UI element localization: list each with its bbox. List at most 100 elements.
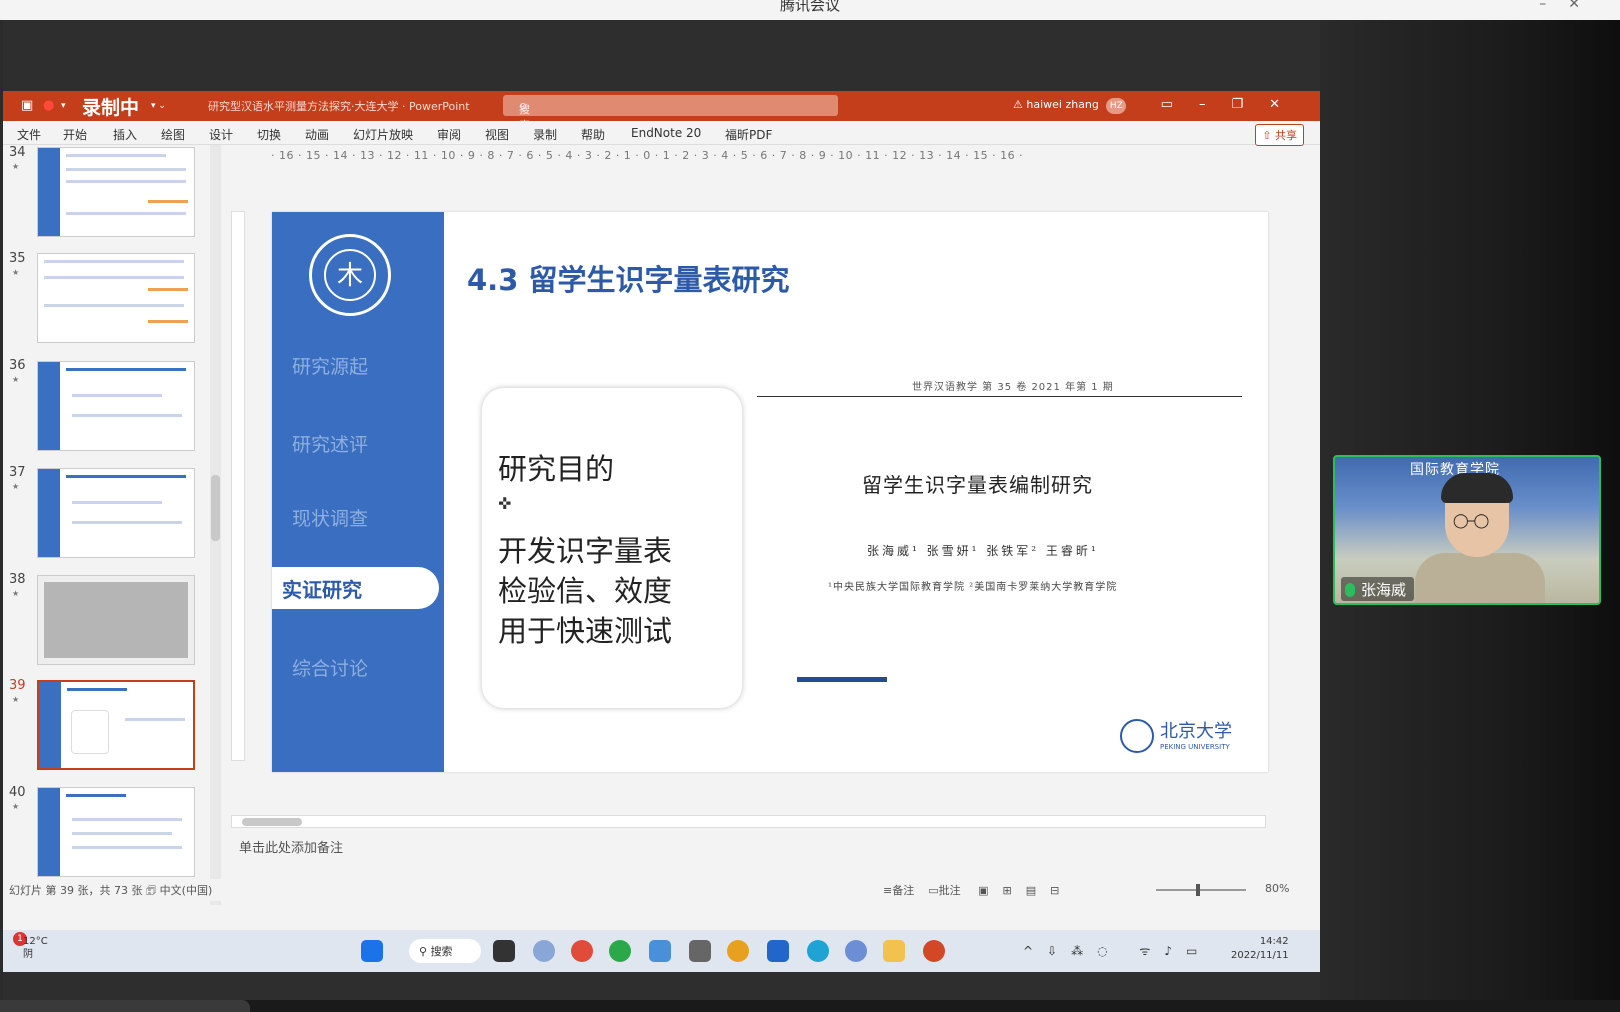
avatar[interactable]: HZ <box>1106 98 1127 114</box>
minimize-icon[interactable]: – <box>1199 97 1232 112</box>
notes-button[interactable]: ≡备注 <box>883 884 914 897</box>
wechat-icon[interactable] <box>609 940 631 962</box>
meeting-bottom-tab[interactable] <box>0 1000 250 1012</box>
tab-transitions[interactable]: 切换 <box>257 126 281 143</box>
task-view-icon[interactable] <box>493 940 515 962</box>
zoom-slider[interactable] <box>1156 884 1246 896</box>
app-icon[interactable] <box>845 940 867 962</box>
zoom-level[interactable]: 80% <box>1265 882 1289 895</box>
tab-slideshow[interactable]: 幻灯片放映 <box>353 126 413 143</box>
slide-sidebar: ⽊ 研究源起 研究述评 现状调查 综合讨论 <box>272 212 444 772</box>
sorter-view-icon[interactable]: ⊞ <box>1003 884 1012 897</box>
slide-thumbnail[interactable] <box>37 468 195 558</box>
slide-thumbnail-selected[interactable] <box>37 680 195 770</box>
tab-endnote[interactable]: EndNote 20 <box>631 126 701 140</box>
participant-name: 张海威 <box>1361 581 1407 599</box>
file-explorer-icon[interactable] <box>883 940 905 962</box>
scrollbar-thumb[interactable] <box>242 818 302 826</box>
app-icon[interactable] <box>533 940 555 962</box>
tab-draw[interactable]: 绘图 <box>161 126 185 143</box>
tab-foxit-pdf[interactable]: 福昕PDF <box>725 126 772 143</box>
nav-item: 研究述评 <box>292 434 369 456</box>
slide-thumbnail[interactable] <box>37 787 195 877</box>
record-icon[interactable]: ● <box>43 98 54 113</box>
chevron-down-icon[interactable]: ▾ <box>61 101 66 111</box>
search-app-icon[interactable] <box>727 940 749 962</box>
clock[interactable]: 14:42 2022/11/11 <box>1231 935 1289 963</box>
slide-thumbnail[interactable] <box>37 361 195 451</box>
slide-thumbnail[interactable] <box>37 147 195 237</box>
tab-design[interactable]: 设计 <box>209 126 233 143</box>
thumbnail-number: 35 <box>9 251 26 266</box>
divider <box>757 396 1242 397</box>
thumbnail-number: 38 <box>9 572 26 587</box>
share-button[interactable]: ⇧ 共享 <box>1255 124 1304 146</box>
participant-video[interactable]: 国际教育学院 ◯‒◯ 张海威 <box>1333 455 1601 605</box>
comments-button[interactable]: ▭批注 <box>928 884 960 897</box>
calculator-icon[interactable] <box>689 940 711 962</box>
slide-thumbnail[interactable] <box>37 575 195 665</box>
app-icon[interactable] <box>649 940 671 962</box>
participant-hair <box>1441 473 1513 503</box>
save-icon[interactable]: ▣ <box>21 98 33 113</box>
taskbar-search[interactable]: ⚲ 搜索 <box>409 939 481 963</box>
tab-file[interactable]: 文件 <box>17 126 41 143</box>
windows-taskbar: 1 12°C 阴 ⚲ 搜索 ^⇩⁂◌ ᯤ♪▭ 14:42 2022/11/11 <box>3 930 1320 972</box>
windows-start-icon[interactable] <box>361 940 383 962</box>
animation-star-icon: ★ <box>12 162 20 171</box>
tab-review[interactable]: 审阅 <box>437 126 461 143</box>
notes-pane[interactable]: 单击此处添加备注 <box>231 831 1291 867</box>
restore-icon[interactable]: ❐ <box>1231 97 1269 112</box>
pku-logo-name: 北京大学 <box>1160 721 1232 742</box>
thumbnail-number: 36 <box>9 358 26 373</box>
window-controls[interactable]: ▭–❐✕ <box>1161 97 1306 112</box>
pku-logo: 北京大学 PEKING UNIVERSITY <box>1120 717 1250 757</box>
edge-browser-icon[interactable] <box>807 940 829 962</box>
app-icon[interactable] <box>571 940 593 962</box>
nav-item-active: 实证研究 <box>282 578 362 602</box>
tab-home[interactable]: 开始 <box>63 126 87 143</box>
zoom-knob[interactable] <box>1196 884 1200 896</box>
quick-access-chevron-icon[interactable]: ▾ ⌄ <box>151 101 166 111</box>
reading-view-icon[interactable]: ▤ <box>1026 884 1036 897</box>
animation-star-icon: ★ <box>12 589 20 598</box>
status-left: 幻灯片 第 39 张，共 73 张 🗊 中文(中国) <box>9 882 212 901</box>
microphone-icon <box>1345 583 1355 597</box>
tab-view[interactable]: 视图 <box>485 126 509 143</box>
share-label: 共享 <box>1275 129 1297 142</box>
slide-vertical-scrollbar[interactable] <box>1303 147 1317 827</box>
normal-view-icon[interactable]: ▣ <box>978 884 988 897</box>
spellcheck-icon[interactable]: 🗊 <box>146 884 160 897</box>
app-icon[interactable] <box>767 940 789 962</box>
paper-journal-header: 世界汉语教学 第 35 卷 2021 年第 1 期 <box>912 382 1114 393</box>
user-account[interactable]: ⚠ haiwei zhang HZ <box>1013 98 1127 114</box>
weather-widget[interactable]: 12°C 阴 <box>23 935 48 961</box>
horizontal-scrollbar[interactable] <box>231 815 1266 828</box>
slide-counter: 幻灯片 第 39 张，共 73 张 <box>9 884 143 897</box>
close-icon[interactable]: ✕ <box>1269 97 1306 112</box>
meeting-window-controls[interactable]: –✕ <box>1539 0 1602 12</box>
search-input[interactable]: ⚲ 搜索 <box>503 95 838 132</box>
language-indicator[interactable]: 中文(中国) <box>160 884 213 897</box>
animation-star-icon: ★ <box>12 695 20 704</box>
clock-time: 14:42 <box>1259 936 1289 947</box>
slideshow-view-icon[interactable]: ⊟ <box>1050 884 1059 897</box>
slide-canvas[interactable]: ⽊ 研究源起 研究述评 现状调查 综合讨论 实证研究 4.3 留学生识字量表研究… <box>272 212 1268 772</box>
clock-date: 2022/11/11 <box>1231 950 1289 961</box>
ribbon-display-icon[interactable]: ▭ <box>1161 97 1199 112</box>
thumbnail-number: 39 <box>9 678 26 693</box>
slide-thumbnail[interactable] <box>37 253 195 343</box>
tab-record[interactable]: 录制 <box>533 126 557 143</box>
tab-animations[interactable]: 动画 <box>305 126 329 143</box>
tab-help[interactable]: 帮助 <box>581 126 605 143</box>
card-line: 检验信、效度 <box>498 574 673 608</box>
tab-insert[interactable]: 插入 <box>113 126 137 143</box>
thumbnail-scrollbar[interactable] <box>210 145 221 905</box>
thumbnail-number: 34 <box>9 145 26 160</box>
animation-star-icon: ★ <box>12 802 20 811</box>
animation-star-icon: ★ <box>12 375 20 384</box>
pku-logo-english: PEKING UNIVERSITY <box>1160 743 1230 751</box>
system-tray[interactable]: ^⇩⁂◌ ᯤ♪▭ <box>1023 942 1211 959</box>
powerpoint-icon[interactable] <box>923 940 945 962</box>
scrollbar-thumb[interactable] <box>211 475 220 541</box>
